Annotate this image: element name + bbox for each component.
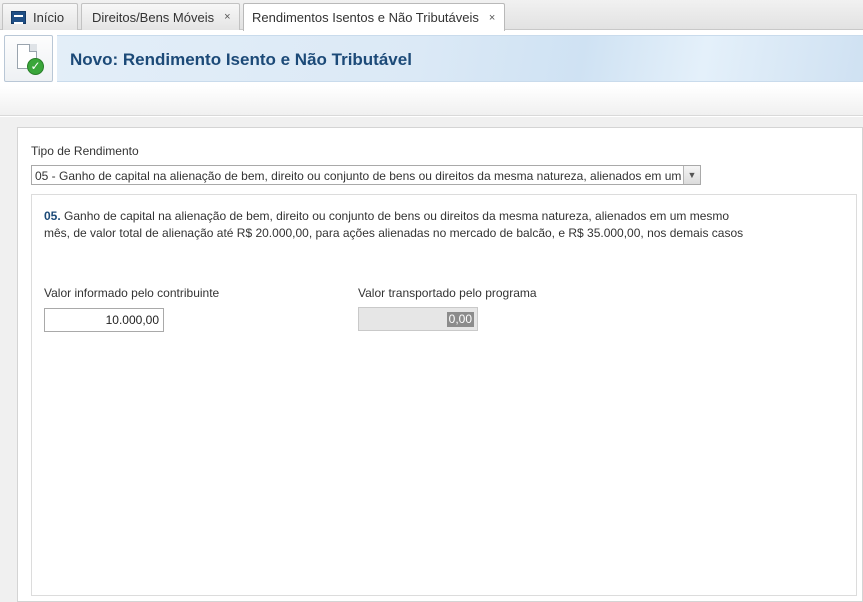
header-icon-box: ✓	[4, 35, 53, 82]
home-icon	[11, 10, 26, 24]
tab-inicio[interactable]: Início	[2, 3, 78, 30]
close-icon[interactable]: ×	[489, 12, 495, 24]
valor-informado-label: Valor informado pelo contribuinte	[44, 286, 220, 300]
rendimento-description: 05. Ganho de capital na alienação de bem…	[44, 208, 744, 242]
chevron-down-icon[interactable]: ▼	[683, 166, 700, 184]
tipo-rendimento-select[interactable]: 05 - Ganho de capital na alienação de be…	[31, 165, 701, 185]
toolbar-strip	[0, 86, 863, 116]
valor-transportado-value: 0,00	[446, 312, 474, 327]
valor-transportado-field: 0,00	[358, 307, 478, 331]
check-icon: ✓	[27, 58, 44, 75]
tipo-rendimento-label: Tipo de Rendimento	[31, 144, 139, 158]
tab-direitos-bens-moveis[interactable]: Direitos/Bens Móveis ×	[81, 3, 240, 30]
description-code: 05.	[44, 209, 61, 223]
tab-label: Rendimentos Isentos e Não Tributáveis	[252, 10, 479, 25]
description-text: Ganho de capital na alienação de bem, di…	[44, 209, 744, 240]
tab-label: Direitos/Bens Móveis	[92, 9, 215, 25]
tab-bar: Início Direitos/Bens Móveis × Rendimento…	[0, 0, 863, 31]
close-icon[interactable]: ×	[224, 11, 230, 23]
page-header: ✓ Novo: Rendimento Isento e Não Tributáv…	[0, 35, 863, 83]
valor-informado-input[interactable]	[44, 308, 164, 332]
tipo-rendimento-value: 05 - Ganho de capital na alienação de be…	[35, 169, 685, 183]
title-band: Novo: Rendimento Isento e Não Tributável	[57, 35, 863, 82]
tab-rendimentos-isentos[interactable]: Rendimentos Isentos e Não Tributáveis ×	[243, 3, 505, 31]
tab-label: Início	[33, 9, 65, 25]
rendimento-detail-box: 05. Ganho de capital na alienação de bem…	[31, 194, 857, 596]
page-title: Novo: Rendimento Isento e Não Tributável	[70, 50, 412, 69]
valor-transportado-label: Valor transportado pelo programa	[358, 286, 537, 300]
form-panel: Tipo de Rendimento 05 - Ganho de capital…	[17, 127, 863, 602]
